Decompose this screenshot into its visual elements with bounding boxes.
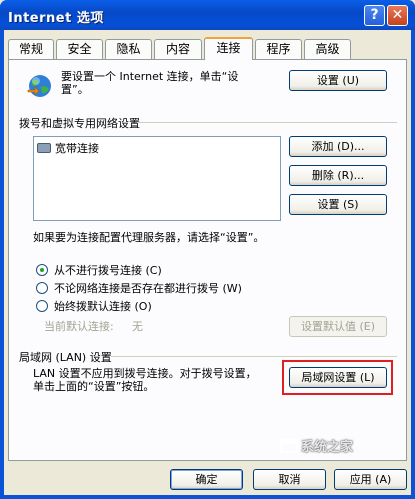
ok-button[interactable]: 确定 xyxy=(170,469,243,490)
apply-button[interactable]: 应用 (A) xyxy=(334,469,407,490)
cancel-button[interactable]: 取消 xyxy=(253,469,326,490)
watermark-house-icon xyxy=(280,439,298,453)
current-default-label: 当前默认连接: xyxy=(44,320,114,333)
lan-description: LAN 设置不应用到拨号连接。对于拨号设置，单击上面的“设置”按钮。 xyxy=(33,367,257,393)
dial-whenever-radio[interactable] xyxy=(36,282,48,294)
connections-panel: 要设置一个 Internet 连接，单击“设置”。 设置 (U) 拨号和虚拟专用… xyxy=(8,59,407,461)
broadband-connection-icon xyxy=(37,143,51,153)
watermark-logo: 系统之家 xyxy=(280,436,353,460)
lan-group-label: 局域网 (LAN) 设置 xyxy=(19,351,112,364)
tab-connections[interactable]: 连接 xyxy=(204,37,253,60)
highlight-box xyxy=(282,360,393,395)
tab-security[interactable]: 安全 xyxy=(56,39,103,59)
window-title: Internet 选项 xyxy=(8,11,104,26)
dialup-separator xyxy=(137,122,397,123)
radio-selected-dot xyxy=(40,268,44,272)
connection-settings-button[interactable]: 设置 (S) xyxy=(289,194,387,215)
title-bar[interactable]: Internet 选项 ? ✕ xyxy=(0,0,415,30)
tab-programs[interactable]: 程序 xyxy=(255,39,302,59)
setup-button[interactable]: 设置 (U) xyxy=(289,70,387,91)
never-dial-radio[interactable] xyxy=(36,264,48,276)
always-dial-default-radio[interactable] xyxy=(36,300,48,312)
proxy-description: 如果要为连接配置代理服务器，请选择“设置”。 xyxy=(33,231,265,244)
set-default-button[interactable]: 设置默认值 (E) xyxy=(289,316,387,337)
tab-general[interactable]: 常规 xyxy=(8,39,54,59)
watermark-text: 系统之家 xyxy=(301,440,354,455)
current-default-value: 无 xyxy=(132,320,143,333)
tab-advanced[interactable]: 高级 xyxy=(304,39,351,59)
network-globe-icon xyxy=(27,75,51,97)
tab-privacy[interactable]: 隐私 xyxy=(105,39,152,59)
internet-options-window: Internet 选项 ? ✕ 常规 安全 隐私 内容 连接 程序 高级 要设置… xyxy=(0,0,415,499)
tab-content[interactable]: 内容 xyxy=(154,39,202,59)
add-connection-button[interactable]: 添加 (D)... xyxy=(289,136,387,157)
dialog-client-area: 常规 安全 隐私 内容 连接 程序 高级 要设置一个 Internet 连接，单… xyxy=(4,30,411,495)
help-button[interactable]: ? xyxy=(364,5,385,26)
list-item[interactable]: 宽带连接 xyxy=(37,140,99,155)
dialup-group-label: 拨号和虚拟专用网络设置 xyxy=(19,117,140,130)
setup-description: 要设置一个 Internet 连接，单击“设置”。 xyxy=(61,70,239,96)
close-button[interactable]: ✕ xyxy=(387,5,408,26)
never-dial-label[interactable]: 从不进行拨号连接 (C) xyxy=(54,264,162,277)
remove-connection-button[interactable]: 删除 (R)... xyxy=(289,165,387,186)
dial-whenever-label[interactable]: 不论网络连接是否存在都进行拨号 (W) xyxy=(54,282,242,295)
connection-name: 宽带连接 xyxy=(55,142,99,155)
lan-separator xyxy=(111,356,397,357)
always-dial-default-label[interactable]: 始终拨默认连接 (O) xyxy=(54,300,152,313)
connection-list[interactable]: 宽带连接 xyxy=(33,136,281,221)
